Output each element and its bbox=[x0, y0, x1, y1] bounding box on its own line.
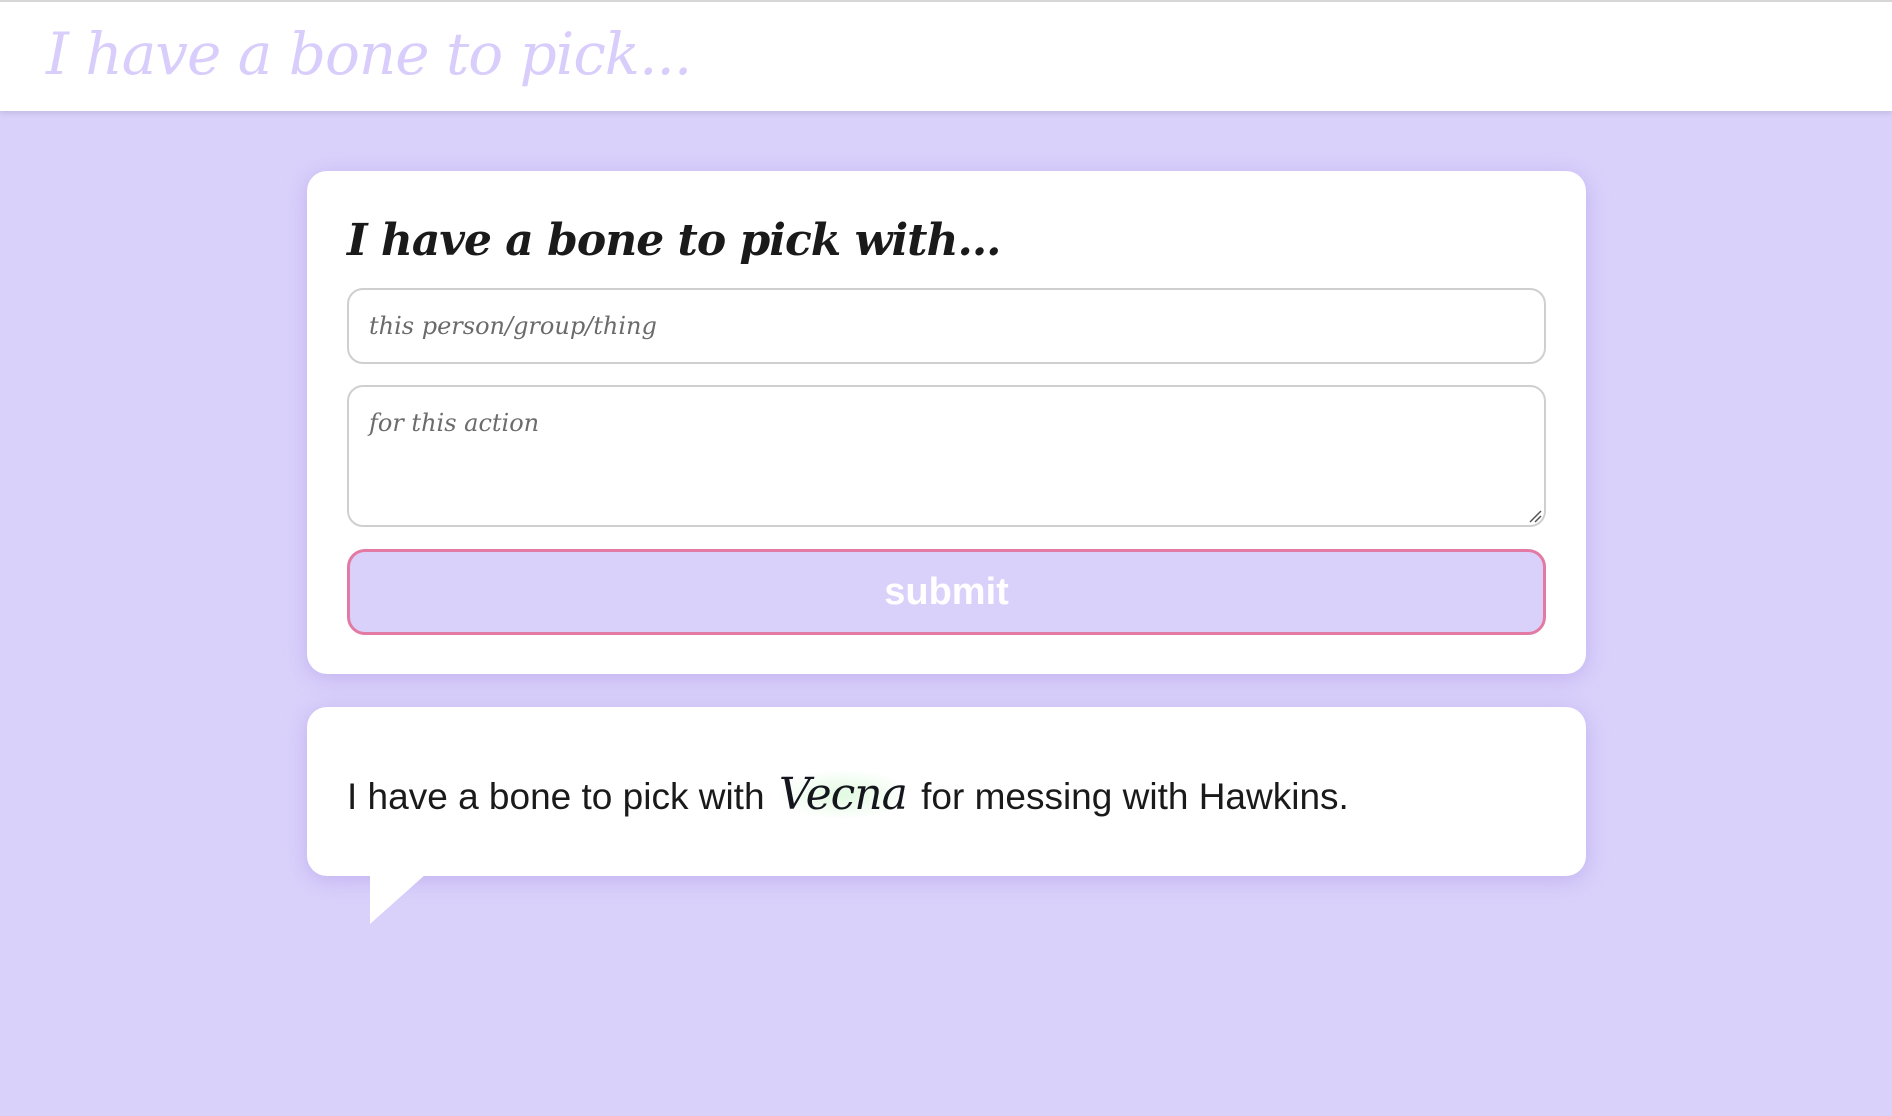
form-heading: I have a bone to pick with... bbox=[347, 215, 1001, 266]
app-title: I have a bone to pick... bbox=[46, 20, 692, 88]
result-name: Vecna bbox=[774, 769, 911, 820]
result-prefix: I have a bone to pick with bbox=[347, 776, 765, 817]
bone-form-card: I have a bone to pick with... submit bbox=[307, 171, 1586, 674]
action-textarea[interactable] bbox=[347, 385, 1546, 527]
result-suffix: for messing with Hawkins. bbox=[921, 776, 1349, 817]
result-sentence: I have a bone to pick with Vecna for mes… bbox=[347, 769, 1349, 820]
app-header: I have a bone to pick... bbox=[0, 0, 1892, 111]
person-input[interactable] bbox=[347, 288, 1546, 364]
result-speech-bubble: I have a bone to pick with Vecna for mes… bbox=[307, 707, 1586, 876]
resize-handle-icon[interactable] bbox=[1528, 509, 1542, 523]
submit-button[interactable]: submit bbox=[347, 549, 1546, 635]
speech-bubble-tail bbox=[370, 874, 426, 924]
